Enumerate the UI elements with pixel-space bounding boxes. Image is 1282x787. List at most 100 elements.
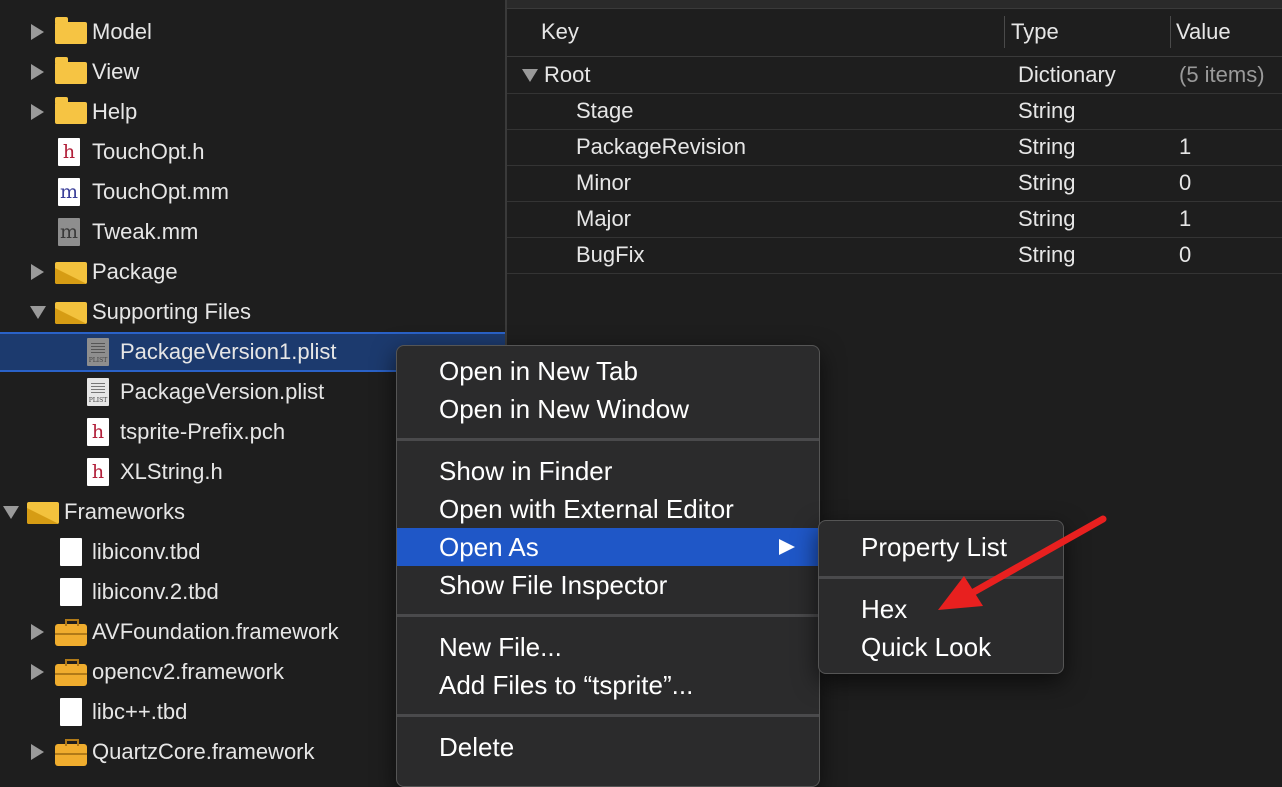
disclosure-right-icon[interactable] (31, 624, 44, 640)
disclosure-down-icon[interactable] (30, 306, 46, 319)
editor-top-bar (507, 0, 1282, 9)
navigator-item-label: libiconv.tbd (92, 539, 201, 564)
plist-key[interactable]: BugFix (576, 237, 644, 273)
navigator-item-tweak-mm[interactable]: m Tweak.mm (0, 212, 505, 252)
disclosure-right-icon[interactable] (31, 264, 44, 280)
framework-icon (55, 739, 87, 766)
plist-value[interactable]: 1 (1179, 129, 1191, 165)
menu-item-label: Open with External Editor (439, 494, 734, 524)
plist-key[interactable]: Stage (576, 93, 634, 129)
menu-item-label: Open in New Window (439, 394, 689, 424)
plist-value[interactable]: 0 (1179, 237, 1191, 273)
submenu-item-quick-look[interactable]: Quick Look (819, 628, 1063, 666)
navigator-item-model[interactable]: Model (0, 12, 505, 52)
plist-value[interactable]: 1 (1179, 201, 1191, 237)
plist-type[interactable]: String (1018, 237, 1075, 273)
menu-item-open-as[interactable]: Open As (397, 528, 819, 566)
column-header-key[interactable]: Key (541, 14, 579, 50)
disclosure-right-icon[interactable] (31, 64, 44, 80)
menu-separator (397, 614, 819, 617)
plist-row[interactable]: Minor String 0 (507, 165, 1282, 202)
plist-row[interactable]: BugFix String 0 (507, 237, 1282, 274)
disclosure-down-icon[interactable] (522, 69, 538, 82)
open-as-submenu: Property List Hex Quick Look (818, 520, 1064, 674)
objc-file-icon: m (58, 218, 80, 246)
navigator-item-label: Supporting Files (92, 299, 251, 324)
folder-icon (55, 97, 87, 124)
plist-type[interactable]: String (1018, 93, 1075, 129)
disclosure-right-icon[interactable] (31, 24, 44, 40)
submenu-item-property-list[interactable]: Property List (819, 528, 1063, 566)
navigator-item-label: PackageVersion.plist (120, 379, 325, 404)
menu-item-add-files[interactable]: Add Files to “tsprite”... (397, 666, 819, 704)
navigator-item-touchopt-h[interactable]: h TouchOpt.h (0, 132, 505, 172)
navigator-item-label: Help (92, 99, 138, 124)
navigator-item-label: View (92, 59, 140, 84)
plist-type[interactable]: String (1018, 165, 1075, 201)
plist-file-icon: PLIST (87, 338, 109, 366)
navigator-item-label: TouchOpt.mm (92, 179, 229, 204)
menu-item-label: Open As (439, 532, 539, 562)
plist-value: (5 items) (1179, 62, 1265, 87)
column-separator[interactable] (1170, 16, 1171, 48)
navigator-item-label: Frameworks (64, 499, 186, 524)
column-header-type[interactable]: Type (1011, 14, 1059, 50)
disclosure-right-icon[interactable] (31, 744, 44, 760)
plist-type[interactable]: String (1018, 129, 1075, 165)
group-folder-icon (55, 302, 87, 324)
navigator-item-label: Tweak.mm (92, 219, 199, 244)
plist-key[interactable]: Major (576, 201, 631, 237)
column-separator[interactable] (1004, 16, 1005, 48)
menu-item-delete[interactable]: Delete (397, 728, 819, 766)
navigator-item-help[interactable]: Help (0, 92, 505, 132)
folder-icon (55, 57, 87, 84)
plist-key[interactable]: PackageRevision (576, 129, 746, 165)
group-folder-icon (27, 502, 59, 524)
plist-row[interactable]: Stage String (507, 93, 1282, 130)
navigator-item-label: opencv2.framework (92, 659, 284, 684)
menu-item-new-file[interactable]: New File... (397, 628, 819, 666)
navigator-item-touchopt-mm[interactable]: m TouchOpt.mm (0, 172, 505, 212)
folder-icon (55, 17, 87, 44)
disclosure-down-icon[interactable] (3, 506, 19, 519)
submenu-item-label: Hex (861, 594, 908, 624)
menu-item-open-in-new-tab[interactable]: Open in New Tab (397, 352, 819, 390)
plist-row[interactable]: PackageRevision String 1 (507, 129, 1282, 166)
plist-badge: PLIST (88, 397, 108, 404)
context-menu: Open in New Tab Open in New Window Show … (396, 345, 820, 787)
navigator-item-package[interactable]: Package (0, 252, 505, 292)
disclosure-right-icon[interactable] (31, 664, 44, 680)
header-file-icon: h (87, 418, 109, 446)
menu-item-label: Add Files to “tsprite”... (439, 670, 694, 700)
submenu-arrow-icon (779, 539, 795, 555)
header-file-icon: h (87, 458, 109, 486)
disclosure-right-icon[interactable] (31, 104, 44, 120)
framework-icon (55, 619, 87, 646)
menu-item-label: New File... (439, 632, 562, 662)
navigator-item-label: Package (92, 259, 178, 284)
plist-row[interactable]: Major String 1 (507, 201, 1282, 238)
objc-file-icon: m (58, 178, 80, 206)
navigator-item-supporting-files[interactable]: Supporting Files (0, 292, 505, 332)
plist-value[interactable]: 0 (1179, 165, 1191, 201)
plist-key[interactable]: Minor (576, 165, 631, 201)
navigator-item-label: XLString.h (120, 459, 223, 484)
plist-row-root[interactable]: Root Dictionary (5 items) (507, 57, 1282, 94)
plist-type[interactable]: Dictionary (1018, 57, 1116, 93)
navigator-item-view[interactable]: View (0, 52, 505, 92)
column-header-value[interactable]: Value (1176, 14, 1231, 50)
menu-separator (397, 714, 819, 717)
plist-type[interactable]: String (1018, 201, 1075, 237)
submenu-item-label: Property List (861, 532, 1007, 562)
menu-item-show-in-finder[interactable]: Show in Finder (397, 452, 819, 490)
menu-item-open-in-new-window[interactable]: Open in New Window (397, 390, 819, 428)
menu-separator (397, 438, 819, 441)
menu-item-open-with-external-editor[interactable]: Open with External Editor (397, 490, 819, 528)
menu-item-label: Open in New Tab (439, 356, 638, 386)
navigator-item-label: TouchOpt.h (92, 139, 205, 164)
menu-separator (819, 576, 1063, 579)
submenu-item-label: Quick Look (861, 632, 992, 662)
submenu-item-hex[interactable]: Hex (819, 590, 1063, 628)
navigator-item-label: QuartzCore.framework (92, 739, 315, 764)
menu-item-show-file-inspector[interactable]: Show File Inspector (397, 566, 819, 604)
